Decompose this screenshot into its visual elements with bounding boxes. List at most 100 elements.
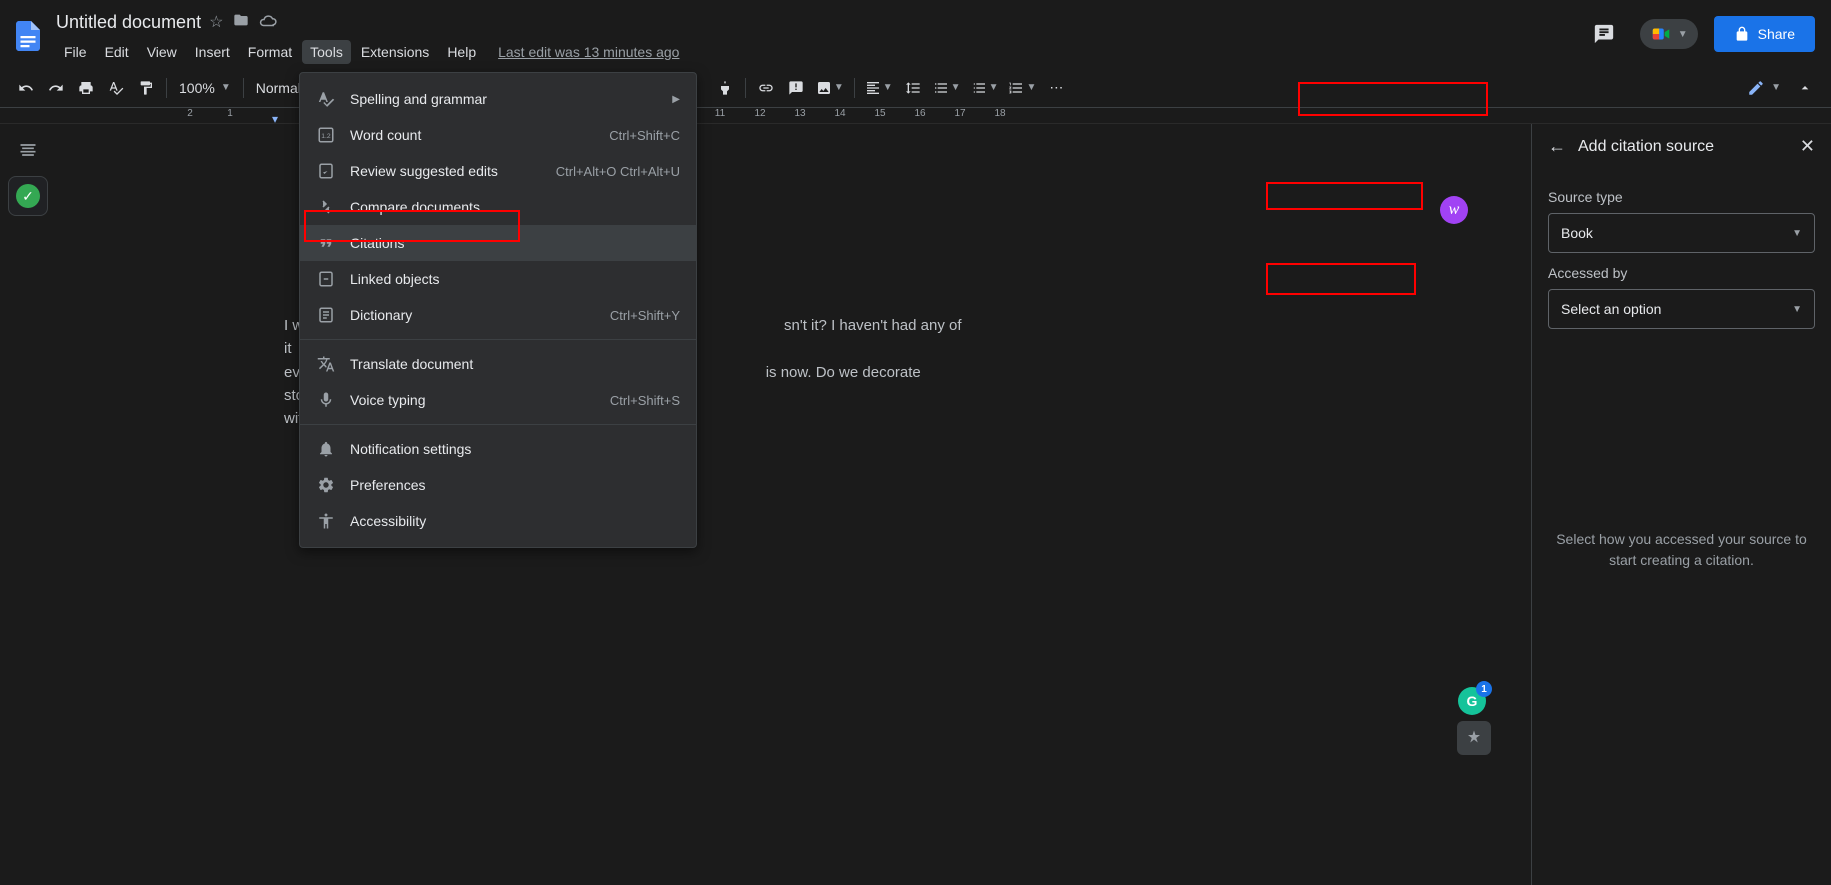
- tools-menu-dropdown: Spelling and grammar ▶ 1.2 Word count Ctrl+S…: [299, 72, 697, 548]
- document-canvas[interactable]: I waxxxxxxxxxxxxxxxxxxxxxxxxxxxxxxxxxxxx…: [56, 124, 1531, 885]
- dictionary-icon: [316, 305, 336, 325]
- menu-item-accessibility[interactable]: Accessibility: [300, 503, 696, 539]
- highlight-button[interactable]: [711, 74, 739, 102]
- menu-edit[interactable]: Edit: [97, 40, 137, 64]
- bell-icon: [316, 439, 336, 459]
- app-header: Untitled document ☆ File Edit View Inser…: [0, 0, 1831, 68]
- comments-icon[interactable]: [1584, 14, 1624, 54]
- undo-button[interactable]: [12, 74, 40, 102]
- menu-item-wordcount[interactable]: 1.2 Word count Ctrl+Shift+C: [300, 117, 696, 153]
- accessibility-icon: [316, 511, 336, 531]
- menu-shortcut: Ctrl+Alt+O Ctrl+Alt+U: [556, 164, 680, 179]
- menu-tools[interactable]: Tools: [302, 40, 351, 64]
- menu-item-label: Word count: [350, 127, 421, 143]
- menu-item-label: Dictionary: [350, 307, 412, 323]
- menu-help[interactable]: Help: [439, 40, 484, 64]
- menu-item-label: Review suggested edits: [350, 163, 498, 179]
- svg-text:1.2: 1.2: [321, 133, 331, 140]
- document-title[interactable]: Untitled document: [56, 12, 201, 33]
- accessed-by-label: Accessed by: [1548, 265, 1815, 281]
- outline-button[interactable]: [14, 136, 42, 164]
- meet-button[interactable]: ▼: [1640, 19, 1698, 49]
- ruler: 2 1 ▾ 11 12 13 14 15 16 17 18: [0, 108, 1831, 124]
- menu-item-label: Spelling and grammar: [350, 91, 487, 107]
- print-button[interactable]: [72, 74, 100, 102]
- align-button[interactable]: ▼: [861, 74, 897, 102]
- share-label: Share: [1758, 26, 1795, 42]
- status-badge[interactable]: ✓: [8, 176, 48, 216]
- image-button[interactable]: ▼: [812, 74, 848, 102]
- prefs-icon: [316, 475, 336, 495]
- menu-item-bell[interactable]: Notification settings: [300, 431, 696, 467]
- toolbar: 100%▼ Normal ▼ ▼ ▼ ▼ ▼ ⋯ ▼: [0, 68, 1831, 108]
- source-type-select[interactable]: Book ▼: [1548, 213, 1815, 253]
- menu-item-compare[interactable]: Compare documents: [300, 189, 696, 225]
- menubar: File Edit View Insert Format Tools Exten…: [56, 38, 1584, 66]
- spellcheck-button[interactable]: [102, 74, 130, 102]
- redo-button[interactable]: [42, 74, 70, 102]
- explore-button[interactable]: [1457, 721, 1491, 755]
- menu-insert[interactable]: Insert: [187, 40, 238, 64]
- chevron-down-icon: ▼: [1678, 29, 1688, 40]
- menu-shortcut: Ctrl+Shift+S: [610, 393, 680, 408]
- wordcount-icon: 1.2: [316, 125, 336, 145]
- bullet-list-button[interactable]: ▼: [967, 74, 1003, 102]
- numbered-list-button[interactable]: ▼: [1004, 74, 1040, 102]
- menu-item-translate[interactable]: Translate document: [300, 346, 696, 382]
- zoom-select[interactable]: 100%▼: [173, 74, 237, 102]
- left-rail: ✓: [0, 124, 56, 885]
- link-button[interactable]: [752, 74, 780, 102]
- menu-item-spellcheck[interactable]: Spelling and grammar ▶: [300, 81, 696, 117]
- menu-format[interactable]: Format: [240, 40, 300, 64]
- grammarly-badge[interactable]: G1: [1458, 687, 1486, 715]
- menu-file[interactable]: File: [56, 40, 95, 64]
- line-spacing-button[interactable]: [899, 74, 927, 102]
- accessed-by-select[interactable]: Select an option ▼: [1548, 289, 1815, 329]
- citation-side-panel: ← Add citation source ✕ Source type Book…: [1531, 124, 1831, 885]
- menu-item-prefs[interactable]: Preferences: [300, 467, 696, 503]
- submenu-arrow-icon: ▶: [672, 94, 680, 105]
- comment-button[interactable]: [782, 74, 810, 102]
- collapse-button[interactable]: [1791, 74, 1819, 102]
- menu-item-label: Linked objects: [350, 271, 440, 287]
- indent-marker-icon[interactable]: ▾: [272, 112, 278, 124]
- cloud-status-icon[interactable]: [259, 12, 277, 32]
- share-button[interactable]: Share: [1714, 16, 1815, 52]
- menu-item-label: Voice typing: [350, 392, 426, 408]
- menu-item-label: Translate document: [350, 356, 473, 372]
- checklist-button[interactable]: ▼: [929, 74, 965, 102]
- menu-item-citations[interactable]: Citations: [300, 225, 696, 261]
- chevron-down-icon: ▼: [1792, 228, 1802, 239]
- translate-icon: [316, 354, 336, 374]
- last-edit-link[interactable]: Last edit was 13 minutes ago: [486, 40, 691, 64]
- menu-extensions[interactable]: Extensions: [353, 40, 437, 64]
- linked-icon: [316, 269, 336, 289]
- chevron-down-icon: ▼: [1792, 304, 1802, 315]
- source-type-label: Source type: [1548, 189, 1815, 205]
- review-icon: [316, 161, 336, 181]
- menu-shortcut: Ctrl+Shift+C: [609, 128, 680, 143]
- compare-icon: [316, 197, 336, 217]
- back-arrow-icon[interactable]: ←: [1548, 136, 1566, 157]
- docs-logo-icon[interactable]: [8, 12, 48, 60]
- paint-format-button[interactable]: [132, 74, 160, 102]
- spellcheck-icon: [316, 89, 336, 109]
- menu-item-review[interactable]: Review suggested edits Ctrl+Alt+O Ctrl+Al…: [300, 153, 696, 189]
- editing-mode-button[interactable]: ▼: [1743, 74, 1785, 102]
- extension-badge[interactable]: w: [1440, 196, 1468, 224]
- move-icon[interactable]: [233, 12, 249, 32]
- menu-view[interactable]: View: [139, 40, 185, 64]
- menu-item-linked[interactable]: Linked objects: [300, 261, 696, 297]
- check-icon: ✓: [16, 184, 40, 208]
- menu-item-voice[interactable]: Voice typing Ctrl+Shift+S: [300, 382, 696, 418]
- panel-hint: Select how you accessed your source to s…: [1548, 529, 1815, 571]
- menu-item-label: Preferences: [350, 477, 425, 493]
- more-button[interactable]: ⋯: [1042, 74, 1070, 102]
- menu-shortcut: Ctrl+Shift+Y: [610, 308, 680, 323]
- panel-title: Add citation source: [1578, 138, 1788, 156]
- menu-item-label: Citations: [350, 235, 404, 251]
- close-icon[interactable]: ✕: [1800, 136, 1815, 157]
- voice-icon: [316, 390, 336, 410]
- menu-item-dictionary[interactable]: Dictionary Ctrl+Shift+Y: [300, 297, 696, 333]
- star-icon[interactable]: ☆: [209, 12, 223, 32]
